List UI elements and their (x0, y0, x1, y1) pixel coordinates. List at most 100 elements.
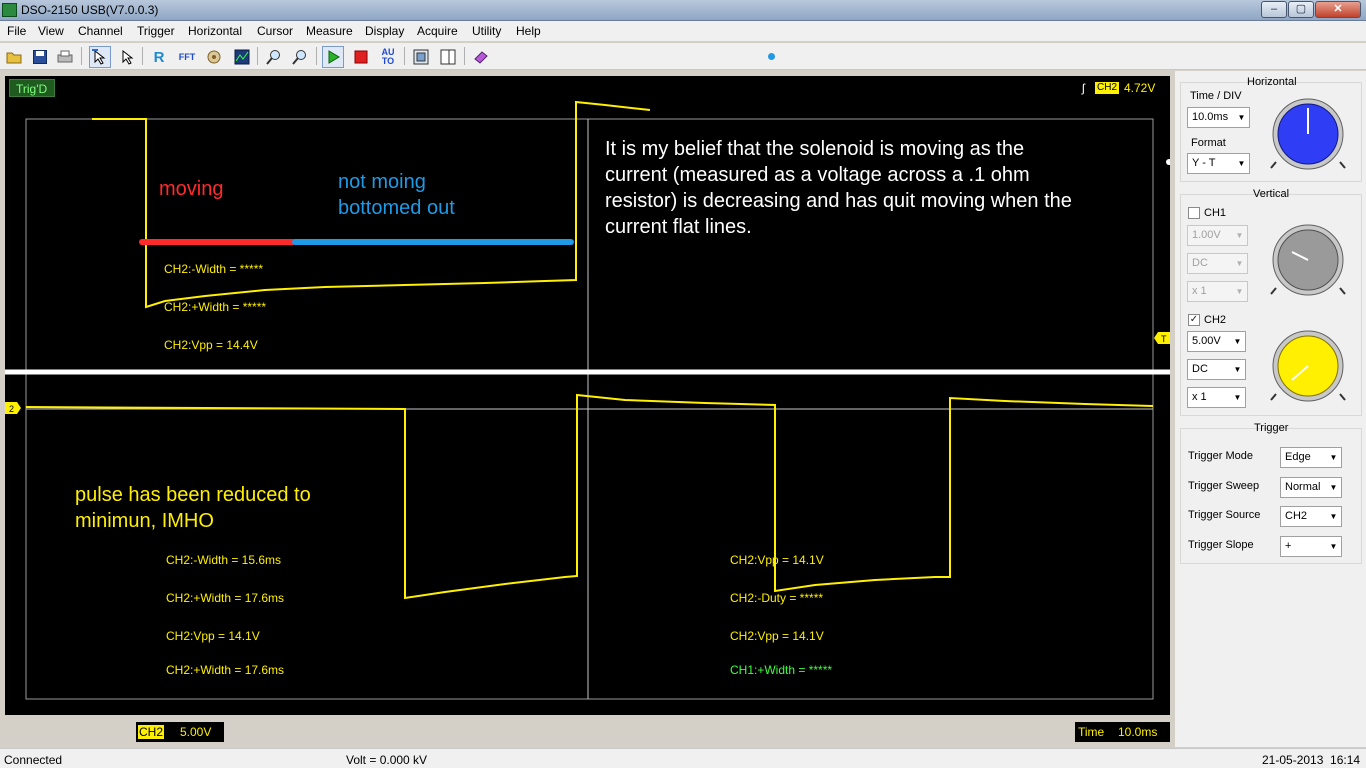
menu-view[interactable]: View (38, 24, 64, 38)
time-scale-label: Time (1078, 725, 1105, 739)
ch2-scale-value: 5.00V (180, 725, 212, 739)
chevron-down-icon: ▼ (1233, 337, 1242, 346)
trigger-mode-select[interactable]: Edge ▼ (1280, 447, 1342, 468)
maximize-button[interactable]: ▢ (1288, 1, 1314, 18)
trigger-slope-label: Trigger Slope (1188, 539, 1254, 551)
measurement-top-2: CH2:+Width = ***** (164, 300, 267, 314)
ch2-volt-knob[interactable] (1268, 330, 1348, 404)
menu-horizontal[interactable]: Horizontal (188, 24, 242, 38)
time-scale-readout: Time 10.0ms (1075, 722, 1170, 742)
menu-utility[interactable]: Utility (472, 24, 501, 38)
trigger-sweep-select[interactable]: Normal ▼ (1280, 477, 1342, 498)
measurement-bl-2: CH2:+Width = 17.6ms (166, 591, 285, 605)
trigger-source-label: Trigger Source (1188, 509, 1261, 521)
run-icon[interactable] (322, 46, 344, 68)
reference-icon[interactable]: R (148, 46, 170, 68)
chevron-down-icon: ▼ (1235, 231, 1244, 240)
close-button[interactable]: ✕ (1315, 1, 1361, 18)
scope-display[interactable]: 2 T moving not moing bottomed out It is … (5, 100, 1170, 715)
trigger-position-dot (1166, 159, 1170, 165)
measurement-br-2: CH2:-Duty = ***** (730, 591, 824, 605)
math-icon[interactable] (203, 46, 225, 68)
menu-trigger[interactable]: Trigger (137, 24, 175, 38)
ch2-volt-select[interactable]: 5.00V ▼ (1187, 331, 1246, 352)
menu-help[interactable]: Help (516, 24, 541, 38)
ch1-probe-select[interactable]: x 1 ▼ (1187, 281, 1248, 302)
horizontal-knob[interactable] (1268, 98, 1348, 172)
status-bar: Connected Volt = 0.000 kV 21-05-2013 16:… (0, 748, 1366, 768)
pointer-icon[interactable] (116, 46, 138, 68)
window-title: DSO-2150 USB(V7.0.0.3) (21, 3, 159, 17)
title-bar: DSO-2150 USB(V7.0.0.3) – ▢ ✕ (0, 0, 1366, 21)
zoom-out-icon[interactable] (289, 46, 311, 68)
ch2-coupling-select[interactable]: DC ▼ (1187, 359, 1246, 380)
ch2-marker-label: 2 (9, 404, 14, 414)
autoset-icon[interactable]: AU TO (377, 46, 399, 68)
ch2-probe-select[interactable]: x 1 ▼ (1187, 387, 1246, 408)
format-label: Format (1191, 137, 1226, 149)
chevron-down-icon: ▼ (1233, 365, 1242, 374)
ch2-label: CH2 (1204, 314, 1227, 326)
save-icon[interactable] (29, 46, 51, 68)
trigger-source-select[interactable]: CH2 ▼ (1280, 506, 1342, 527)
export-icon[interactable] (437, 46, 459, 68)
menu-measure[interactable]: Measure (306, 24, 353, 38)
horizontal-title: Horizontal (1247, 76, 1297, 88)
ch2-checkbox[interactable]: ✓ (1188, 314, 1200, 326)
print-icon[interactable] (54, 46, 76, 68)
inset-header-box (91, 100, 653, 110)
scope-header (5, 76, 1170, 100)
moving-label: moving (159, 178, 224, 200)
ch1-volt-select[interactable]: 1.00V ▼ (1187, 225, 1248, 246)
app-icon (2, 3, 17, 17)
chevron-down-icon: ▼ (1237, 159, 1246, 168)
trigger-level-value: 4.72V (1124, 81, 1156, 95)
toolbar: R FFT AU TO (0, 43, 1366, 70)
datetime: 21-05-2013 16:14 (1262, 753, 1361, 767)
screenshot-icon[interactable] (410, 46, 432, 68)
open-icon[interactable] (3, 46, 25, 68)
ch1-coupling-select[interactable]: DC ▼ (1187, 253, 1248, 274)
menu-cursor[interactable]: Cursor (257, 24, 293, 38)
belief-line-1: It is my belief that the solenoid is mov… (605, 138, 1025, 160)
book-icon[interactable] (470, 46, 492, 68)
select-icon[interactable] (89, 46, 111, 68)
format-select[interactable]: Y - T ▼ (1187, 153, 1250, 174)
chevron-down-icon: ▼ (1237, 113, 1246, 122)
menu-file[interactable]: File (7, 24, 26, 38)
trigger-marker-label: T (1161, 334, 1167, 344)
menu-acquire[interactable]: Acquire (417, 24, 458, 38)
trigger-sweep-label: Trigger Sweep (1188, 480, 1260, 492)
chevron-down-icon: ▼ (1329, 483, 1338, 492)
ch1-checkbox[interactable] (1188, 207, 1200, 219)
chevron-down-icon: ▼ (1235, 259, 1244, 268)
pulse-note-line-1: pulse has been reduced to (75, 484, 311, 506)
bottomed-out-label: bottomed out (338, 197, 455, 219)
fft-icon[interactable]: FFT (176, 46, 198, 68)
measurement-bl-4: CH2:+Width = 17.6ms (166, 663, 285, 677)
stop-icon[interactable] (350, 46, 372, 68)
belief-line-2: current (measured as a voltage across a … (605, 164, 1030, 186)
measurement-br-1: CH2:Vpp = 14.1V (730, 553, 824, 567)
measurement-br-4: CH1:+Width = ***** (730, 663, 833, 677)
time-div-select[interactable]: 10.0ms ▼ (1187, 107, 1250, 128)
ch2-scale-badge: CH2 (138, 725, 165, 739)
minimize-button[interactable]: – (1261, 1, 1287, 18)
measurement-br-3: CH2:Vpp = 14.1V (730, 629, 824, 643)
chevron-down-icon: ▼ (1329, 542, 1338, 551)
measurement-top-1: CH2:-Width = ***** (164, 262, 264, 276)
time-scale-value: 10.0ms (1118, 725, 1158, 739)
zoom-in-icon[interactable] (263, 46, 285, 68)
pulse-note-line-2: minimun, IMHO (75, 510, 214, 532)
trigger-slope-select[interactable]: + ▼ (1280, 536, 1342, 557)
ch2-scale-readout: CH2 5.00V (136, 722, 224, 742)
menu-channel[interactable]: Channel (78, 24, 123, 38)
oscilloscope-app: DSO-2150 USB(V7.0.0.3) – ▢ ✕ File View C… (0, 0, 1366, 768)
chevron-down-icon: ▼ (1329, 453, 1338, 462)
menu-display[interactable]: Display (365, 24, 404, 38)
activity-indicator (768, 53, 775, 60)
ch1-volt-knob[interactable] (1268, 224, 1348, 298)
menu-bar: File View Channel Trigger Horizontal Cur… (0, 21, 1366, 42)
time-div-label: Time / DIV (1190, 90, 1242, 102)
display-icon[interactable] (231, 46, 253, 68)
